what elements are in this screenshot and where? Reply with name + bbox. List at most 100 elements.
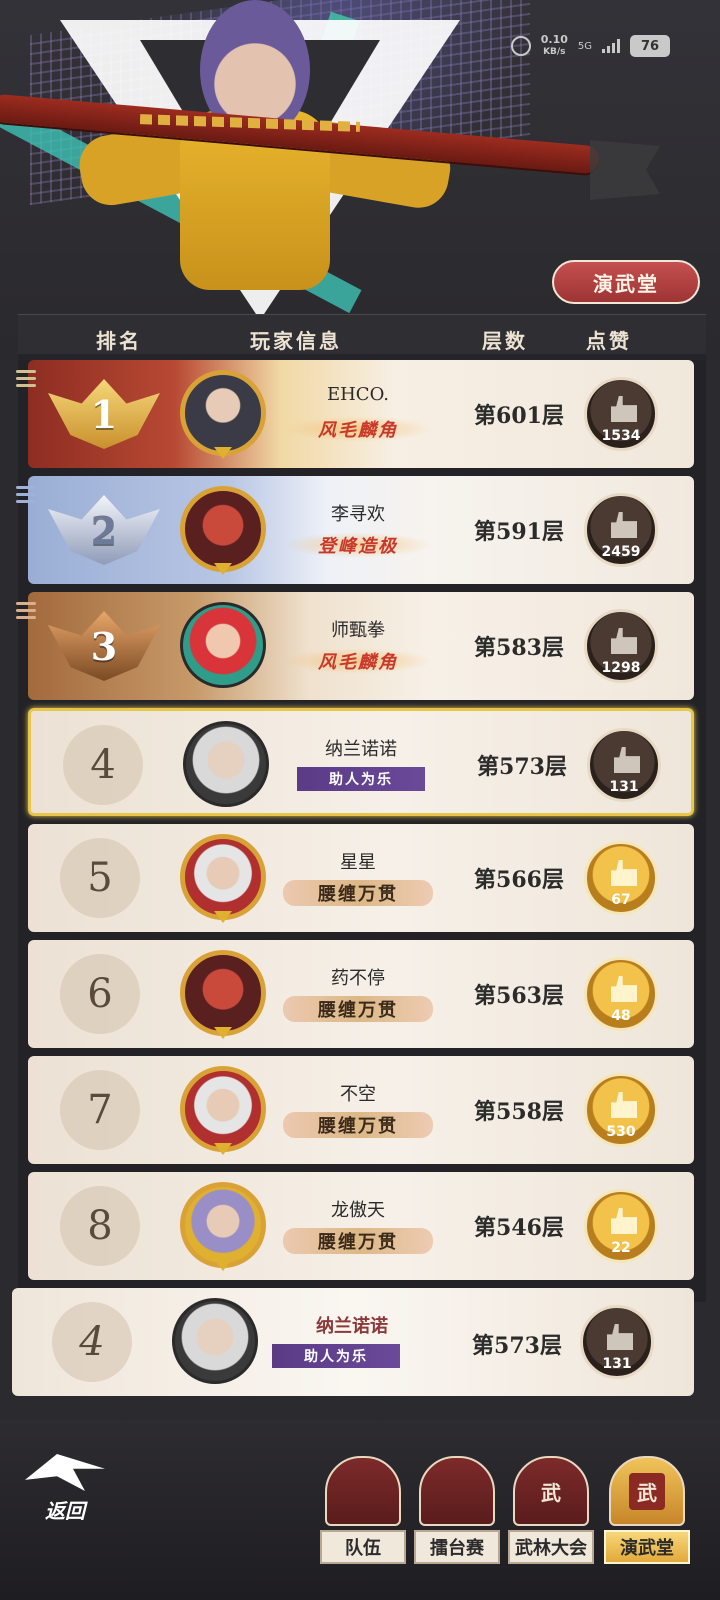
tab-label: 武林大会 bbox=[508, 1530, 594, 1564]
back-button[interactable]: 返回 bbox=[20, 1454, 110, 1524]
speed-unit: KB/s bbox=[543, 47, 566, 57]
like-button[interactable]: 48 bbox=[584, 957, 658, 1031]
header-floor: 层数 bbox=[482, 329, 528, 353]
like-button[interactable]: 2459 bbox=[584, 493, 658, 567]
avatar[interactable] bbox=[180, 486, 266, 572]
my-rank-row[interactable]: 4 纳兰诺诺 助人为乐 第573层 131 bbox=[12, 1288, 694, 1396]
player-name: 龙傲天 bbox=[331, 1200, 385, 1221]
like-count: 22 bbox=[611, 1240, 631, 1256]
floor-count: 第583层 bbox=[474, 635, 564, 661]
thumbs-up-icon bbox=[611, 628, 637, 654]
gold-medal-icon: 1 bbox=[46, 370, 162, 458]
title-badge: 风毛麟角 bbox=[283, 648, 433, 674]
avatar[interactable] bbox=[180, 1182, 266, 1268]
arena-icon bbox=[419, 1456, 495, 1526]
title-badge: 腰缠万贯 bbox=[283, 880, 433, 906]
player-name: 师甄拳 bbox=[331, 620, 385, 641]
row-marker bbox=[16, 486, 36, 507]
like-count: 48 bbox=[611, 1008, 631, 1024]
tab-team[interactable]: 队伍 bbox=[320, 1444, 406, 1564]
like-button[interactable]: 1298 bbox=[584, 609, 658, 683]
ranking-row[interactable]: 8 龙傲天 腰缠万贯 第546层 22 bbox=[28, 1172, 694, 1280]
like-count: 2459 bbox=[601, 544, 641, 560]
tab-label: 擂台赛 bbox=[414, 1530, 500, 1564]
my-like-count: 131 bbox=[602, 1356, 632, 1372]
like-button[interactable]: 22 bbox=[584, 1189, 658, 1263]
avatar[interactable] bbox=[183, 721, 269, 807]
back-arrow-icon bbox=[25, 1454, 105, 1491]
tab-label: 演武堂 bbox=[604, 1530, 690, 1564]
avatar[interactable] bbox=[180, 950, 266, 1036]
title-badge: 腰缠万贯 bbox=[283, 996, 433, 1022]
thumbs-up-icon bbox=[607, 1324, 633, 1350]
thumbs-up-icon bbox=[611, 976, 637, 1002]
silver-medal-icon: 2 bbox=[46, 486, 162, 574]
floor-count: 第566层 bbox=[474, 867, 564, 893]
thumbs-up-icon bbox=[611, 1092, 637, 1118]
avatar[interactable] bbox=[180, 1066, 266, 1152]
thumbs-up-icon bbox=[611, 1208, 637, 1234]
ranking-row[interactable]: 1 EHCO. 风毛麟角 第601层 1534 bbox=[16, 360, 694, 468]
player-name: 纳兰诺诺 bbox=[325, 739, 397, 760]
my-player-name: 纳兰诺诺 bbox=[316, 1316, 388, 1337]
row-marker bbox=[16, 602, 36, 623]
rank-number: 1 bbox=[90, 391, 118, 437]
avatar[interactable] bbox=[180, 834, 266, 920]
my-title-badge: 助人为乐 bbox=[272, 1344, 400, 1368]
player-name: 不空 bbox=[340, 1084, 376, 1105]
ranking-row[interactable]: 3 师甄拳 风毛麟角 第583层 1298 bbox=[16, 592, 694, 700]
my-rank-number: 4 bbox=[52, 1302, 132, 1382]
header-rank: 排名 bbox=[96, 329, 142, 353]
ranking-row-self[interactable]: 4 纳兰诺诺 助人为乐 第573层 131 bbox=[28, 708, 694, 816]
hall-title-button[interactable]: 演武堂 bbox=[552, 260, 700, 304]
thumbs-up-icon bbox=[611, 860, 637, 886]
row-marker bbox=[16, 370, 36, 391]
ranking-row[interactable]: 6 药不停 腰缠万贯 第563层 48 bbox=[28, 940, 694, 1048]
player-name: 星星 bbox=[340, 852, 376, 873]
martial-conference-icon: 武 bbox=[513, 1456, 589, 1526]
tab-training-hall[interactable]: 武 演武堂 bbox=[604, 1444, 690, 1564]
tab-arena[interactable]: 擂台赛 bbox=[414, 1444, 500, 1564]
rank-number: 4 bbox=[63, 725, 143, 805]
team-icon bbox=[325, 1456, 401, 1526]
like-button[interactable]: 530 bbox=[584, 1073, 658, 1147]
like-button[interactable]: 67 bbox=[584, 841, 658, 915]
rank-number: 7 bbox=[60, 1070, 140, 1150]
ranking-row[interactable]: 2 李寻欢 登峰造极 第591层 2459 bbox=[16, 476, 694, 584]
ranking-row[interactable]: 7 不空 腰缠万贯 第558层 530 bbox=[28, 1056, 694, 1164]
speed-value: 0.10 bbox=[540, 33, 568, 46]
like-button[interactable]: 1534 bbox=[584, 377, 658, 451]
like-button[interactable]: 131 bbox=[587, 728, 661, 802]
my-like-button[interactable]: 131 bbox=[580, 1305, 654, 1379]
network-speed: 0.10 KB/s bbox=[541, 34, 568, 58]
floor-count: 第563层 bbox=[474, 983, 564, 1009]
hero-flag bbox=[590, 140, 660, 200]
title-badge: 风毛麟角 bbox=[283, 416, 433, 442]
like-count: 67 bbox=[611, 892, 631, 908]
header-likes: 点赞 bbox=[586, 329, 632, 353]
signal-icon bbox=[602, 39, 620, 53]
player-name: EHCO. bbox=[326, 384, 390, 405]
floor-count: 第601层 bbox=[474, 403, 564, 429]
thumbs-up-icon bbox=[611, 396, 637, 422]
player-name: 李寻欢 bbox=[331, 504, 385, 525]
floor-count: 第573层 bbox=[477, 754, 567, 780]
floor-count: 第558层 bbox=[474, 1099, 564, 1125]
avatar[interactable] bbox=[180, 370, 266, 456]
title-badge: 登峰造极 bbox=[283, 532, 433, 558]
battery-icon: 76 bbox=[630, 35, 670, 57]
tab-martial-conference[interactable]: 武 武林大会 bbox=[508, 1444, 594, 1564]
ranking-row[interactable]: 5 星星 腰缠万贯 第566层 67 bbox=[28, 824, 694, 932]
alarm-icon bbox=[510, 36, 531, 56]
like-count: 1534 bbox=[601, 428, 641, 444]
network-type: 5G bbox=[577, 40, 592, 52]
tab-label: 队伍 bbox=[320, 1530, 406, 1564]
bronze-medal-icon: 3 bbox=[46, 602, 162, 690]
like-count: 1298 bbox=[601, 660, 641, 676]
floor-count: 第591层 bbox=[474, 519, 564, 545]
avatar[interactable] bbox=[180, 602, 266, 688]
rank-number: 2 bbox=[90, 507, 118, 553]
header-player-info: 玩家信息 bbox=[250, 329, 342, 353]
my-avatar[interactable] bbox=[172, 1298, 258, 1384]
thumbs-up-icon bbox=[611, 512, 637, 538]
